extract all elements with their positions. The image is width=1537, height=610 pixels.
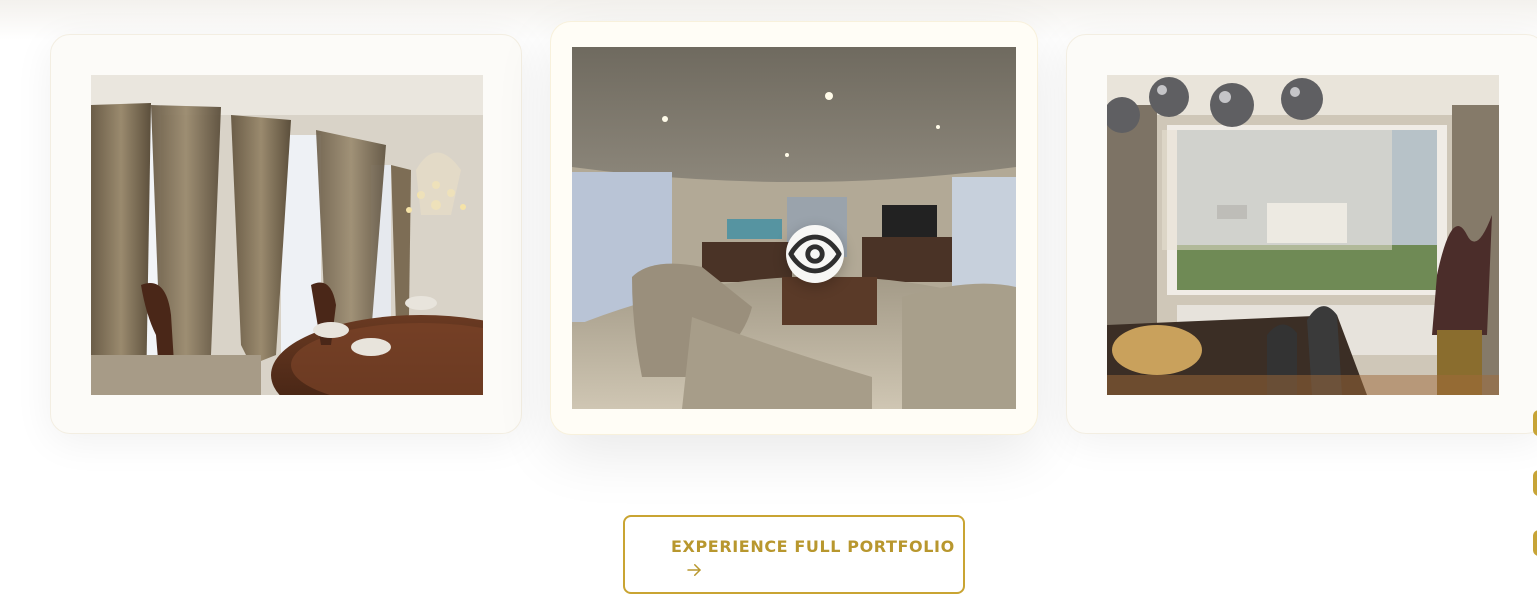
cta-label: EXPERIENCE FULL PORTFOLIO	[671, 537, 955, 556]
arrow-right-icon	[687, 564, 701, 576]
portfolio-card-left[interactable]	[50, 34, 522, 434]
carousel-dot[interactable]	[1533, 530, 1537, 556]
portfolio-card-active[interactable]	[551, 22, 1037, 434]
portfolio-card-right[interactable]	[1066, 34, 1537, 434]
carousel-dot[interactable]	[1533, 470, 1537, 496]
carousel-dot[interactable]	[1533, 410, 1537, 436]
living-room-photo	[572, 47, 1016, 409]
dining-room-photo	[91, 75, 483, 395]
eye-icon	[788, 234, 842, 274]
dining-window-photo	[1107, 75, 1499, 395]
view-tour-button[interactable]	[786, 225, 844, 283]
carousel-dots	[1531, 400, 1537, 560]
experience-portfolio-button[interactable]: EXPERIENCE FULL PORTFOLIO	[623, 515, 965, 594]
